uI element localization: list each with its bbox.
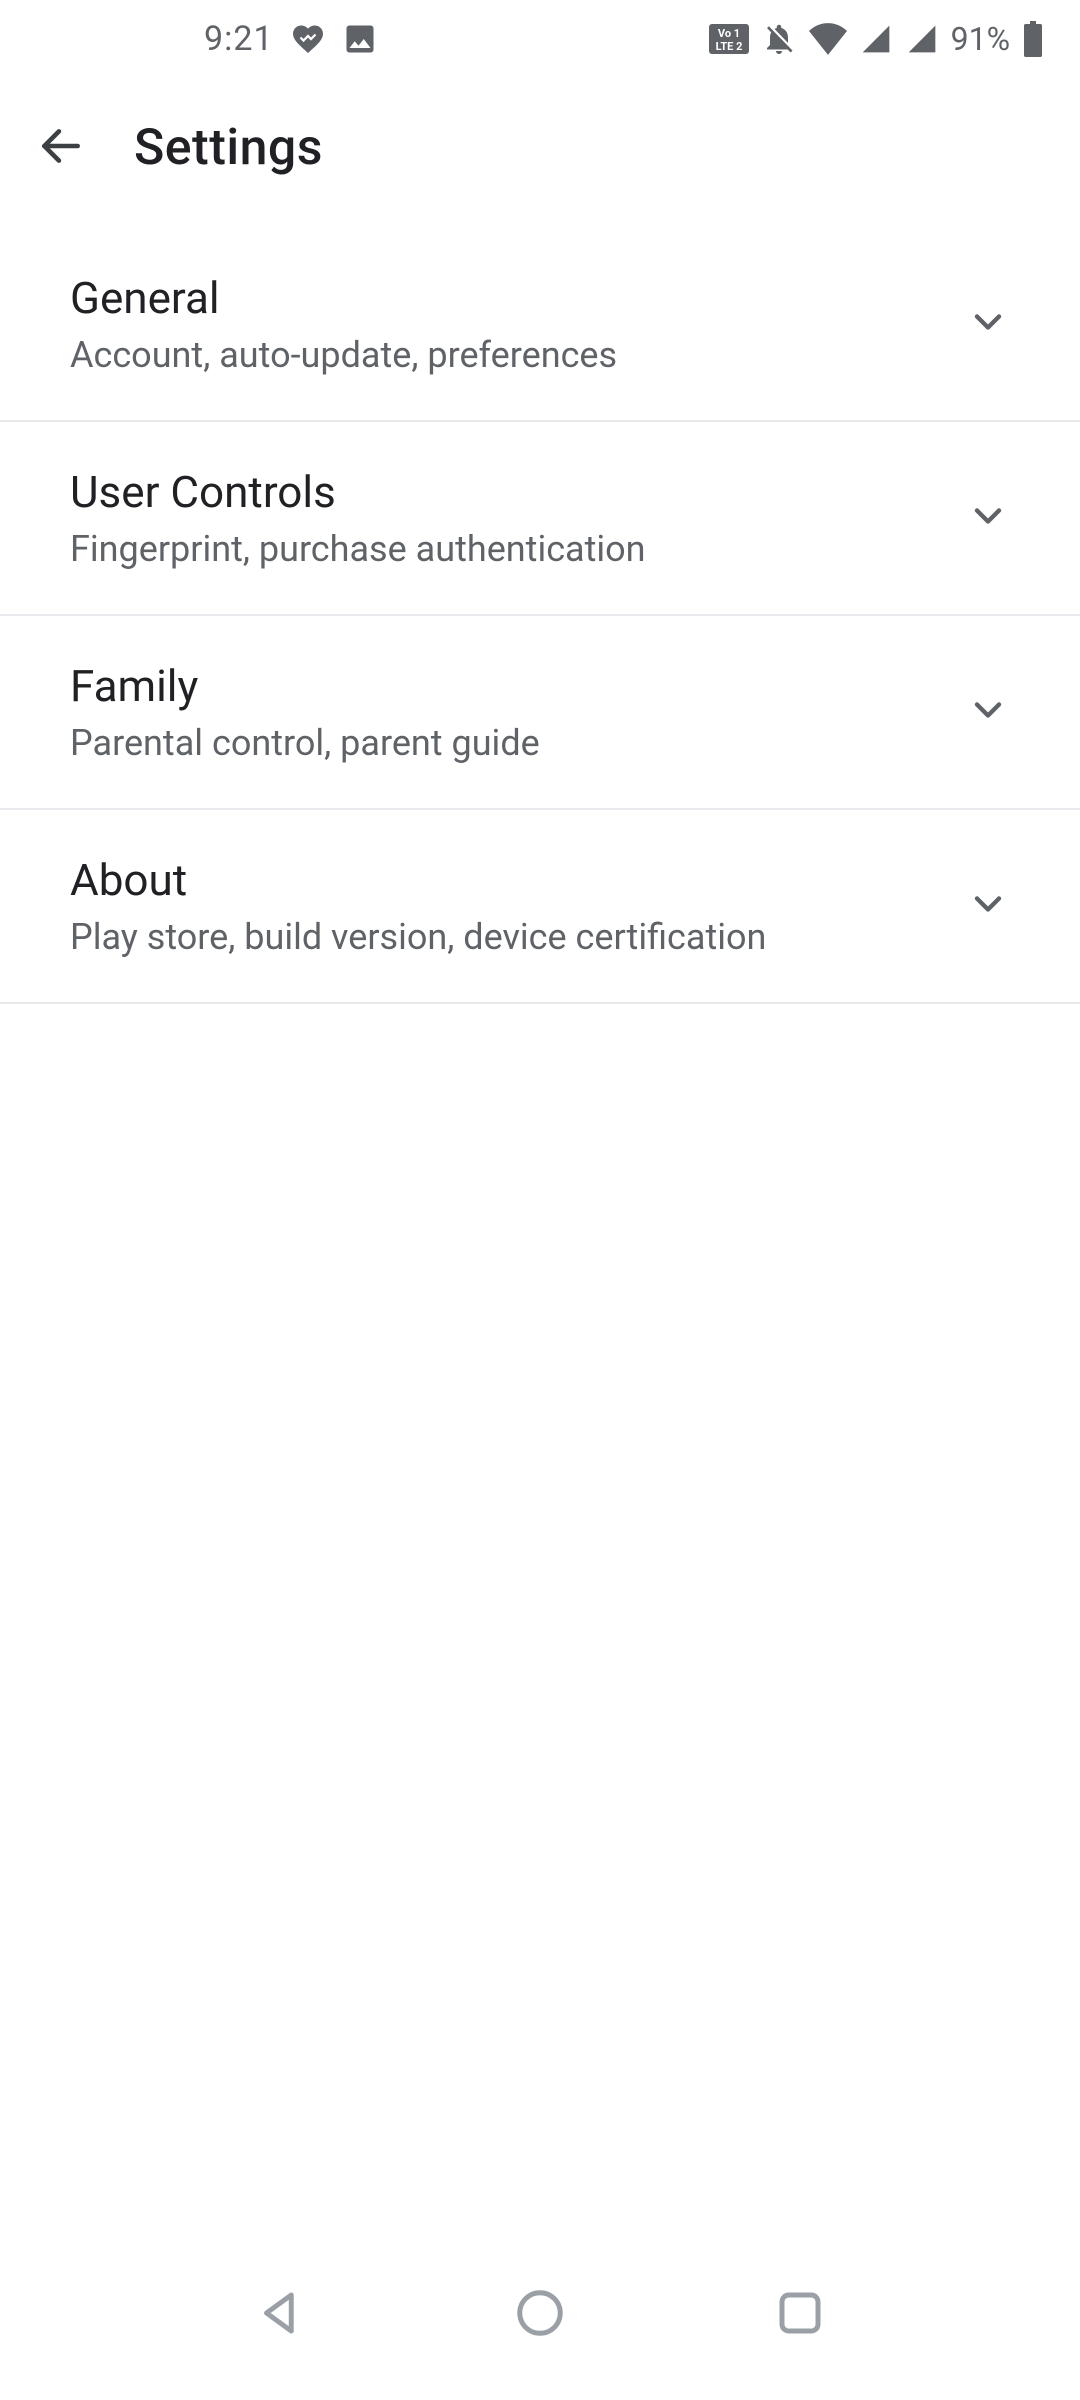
chevron-down-icon <box>966 494 1010 542</box>
notifications-off-icon <box>761 21 797 57</box>
setting-row-family[interactable]: Family Parental control, parent guide <box>0 616 1080 810</box>
status-bar: 9:21 Vo 1LTE 2 91% <box>0 0 1080 78</box>
nav-back-button[interactable] <box>253 2286 307 2344</box>
setting-row-user-controls[interactable]: User Controls Fingerprint, purchase auth… <box>0 422 1080 616</box>
setting-text: User Controls Fingerprint, purchase auth… <box>70 466 946 570</box>
setting-subtitle: Parental control, parent guide <box>70 722 946 764</box>
svg-text:LTE 2: LTE 2 <box>715 40 742 53</box>
image-icon <box>342 21 378 57</box>
setting-title: User Controls <box>70 466 946 518</box>
nav-home-button[interactable] <box>513 2286 567 2344</box>
setting-text: About Play store, build version, device … <box>70 854 946 958</box>
nav-recent-button[interactable] <box>773 2286 827 2344</box>
chevron-down-icon <box>966 882 1010 930</box>
chevron-down-icon <box>966 300 1010 348</box>
page-title: Settings <box>134 119 323 177</box>
battery-percentage: 91% <box>951 20 1010 58</box>
battery-icon <box>1022 21 1044 57</box>
status-left: 9:21 <box>204 19 378 59</box>
status-time: 9:21 <box>204 19 274 59</box>
heart-icon <box>290 21 326 57</box>
setting-title: About <box>70 854 946 906</box>
status-right: Vo 1LTE 2 91% <box>709 20 1044 58</box>
signal-1-icon <box>859 23 893 55</box>
setting-row-general[interactable]: General Account, auto-update, preference… <box>0 228 1080 422</box>
volte-icon: Vo 1LTE 2 <box>709 24 749 54</box>
setting-title: General <box>70 272 946 324</box>
setting-text: General Account, auto-update, preference… <box>70 272 946 376</box>
setting-text: Family Parental control, parent guide <box>70 660 946 764</box>
back-button[interactable] <box>36 121 86 175</box>
svg-text:Vo 1: Vo 1 <box>717 27 739 40</box>
setting-row-about[interactable]: About Play store, build version, device … <box>0 810 1080 1004</box>
setting-title: Family <box>70 660 946 712</box>
signal-2-icon <box>905 23 939 55</box>
settings-list: General Account, auto-update, preference… <box>0 218 1080 2250</box>
wifi-icon <box>809 23 847 55</box>
app-bar: Settings <box>0 78 1080 218</box>
chevron-down-icon <box>966 688 1010 736</box>
setting-subtitle: Account, auto-update, preferences <box>70 334 946 376</box>
setting-subtitle: Fingerprint, purchase authentication <box>70 528 946 570</box>
setting-subtitle: Play store, build version, device certif… <box>70 916 946 958</box>
system-nav-bar <box>0 2250 1080 2400</box>
